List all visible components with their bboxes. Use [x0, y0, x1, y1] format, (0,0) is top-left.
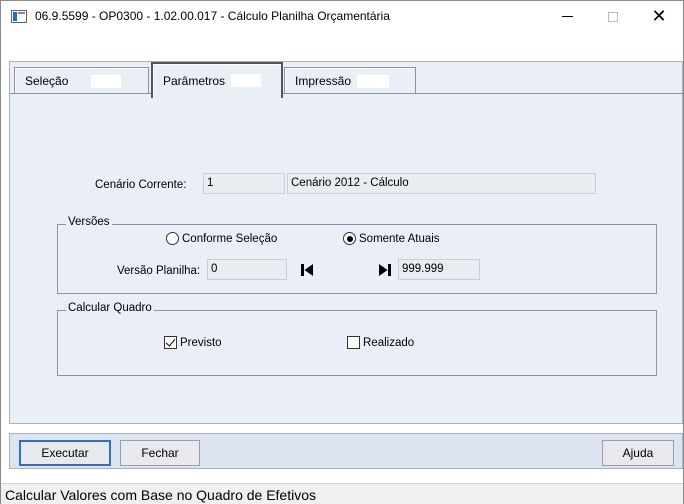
tab-selecao[interactable]: Seleção — [14, 67, 149, 93]
maximize-button[interactable] — [590, 1, 636, 32]
fechar-button[interactable]: Fechar — [120, 440, 200, 466]
previsto-label: Previsto — [180, 336, 222, 349]
versao-to-field[interactable]: 999.999 — [398, 259, 480, 280]
tab-strip-divider — [10, 93, 683, 94]
maximize-icon — [608, 11, 618, 22]
tab-impressao-label: Impressão — [295, 73, 352, 88]
cenario-description-field[interactable]: Cenário 2012 - Cálculo — [287, 173, 596, 194]
checkbox-previsto[interactable]: Previsto — [164, 336, 222, 349]
realizado-label: Realizado — [363, 336, 415, 349]
window-title: 06.9.5599 - OP0300 - 1.02.00.017 - Cálcu… — [35, 9, 390, 23]
versoes-legend: Versões — [66, 216, 112, 228]
radio-somente-atuais[interactable]: Somente Atuais — [343, 232, 440, 245]
realizado-check-icon[interactable] — [347, 336, 360, 349]
radio-conforme-label: Conforme Seleção — [182, 232, 278, 245]
calcular-quadro-legend: Calcular Quadro — [66, 302, 154, 314]
radio-somente-label: Somente Atuais — [359, 232, 440, 245]
tab-impressao[interactable]: Impressão — [284, 67, 416, 93]
checkbox-realizado[interactable]: Realizado — [347, 336, 414, 349]
ajuda-button[interactable]: Ajuda — [602, 440, 674, 466]
minimize-button[interactable] — [544, 1, 590, 32]
versao-planilha-label: Versão Planilha: — [117, 265, 201, 277]
app-icon — [11, 10, 27, 23]
close-icon: ✕ — [651, 5, 667, 27]
tab-parametros[interactable]: Parâmetros — [151, 62, 283, 98]
first-record-button[interactable] — [297, 260, 317, 280]
tab-impressao-swatch — [357, 75, 389, 88]
radio-conforme-selecao[interactable]: Conforme Seleção — [166, 232, 277, 245]
last-record-icon — [379, 264, 391, 276]
status-bar: Calcular Valores com Base no Quadro de E… — [1, 483, 683, 504]
tab-parametros-label: Parâmetros — [163, 74, 226, 88]
radio-somente-icon[interactable] — [343, 232, 356, 245]
app-window: 06.9.5599 - OP0300 - 1.02.00.017 - Cálcu… — [0, 0, 684, 504]
status-text: Calcular Valores com Base no Quadro de E… — [5, 487, 317, 503]
first-record-icon — [301, 264, 313, 276]
tab-parametros-swatch — [231, 74, 261, 87]
tab-selecao-swatch — [91, 75, 121, 88]
radio-conforme-icon[interactable] — [166, 232, 179, 245]
close-button[interactable]: ✕ — [636, 1, 682, 32]
minimize-icon — [561, 16, 573, 17]
cenario-label: Cenário Corrente: — [95, 179, 187, 191]
cenario-code-field[interactable]: 1 — [203, 173, 285, 194]
last-record-button[interactable] — [375, 260, 395, 280]
previsto-check-icon[interactable] — [164, 336, 177, 349]
executar-button[interactable]: Executar — [19, 440, 111, 466]
title-bar[interactable]: 06.9.5599 - OP0300 - 1.02.00.017 - Cálcu… — [1, 1, 683, 32]
versao-from-field[interactable]: 0 — [207, 259, 287, 280]
tab-selecao-label: Seleção — [25, 73, 69, 88]
